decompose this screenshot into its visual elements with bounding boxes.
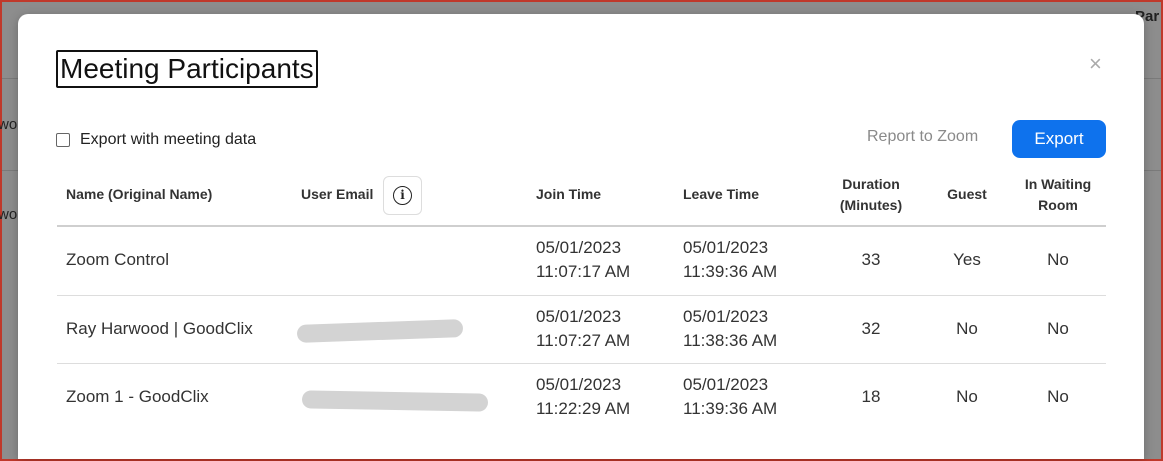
column-header-email[interactable]: User Email [301,184,373,205]
redacted-email [296,319,464,343]
meeting-participants-dialog: Meeting Participants × Export with meeti… [18,14,1144,459]
leave-clock: 11:38:36 AM [683,331,778,350]
email-info-button[interactable]: i [383,176,422,215]
guest: No [956,387,978,406]
join-time: 05/01/2023 11:07:17 AM [536,236,630,284]
background-row-text: wo [0,206,18,223]
close-icon[interactable]: × [1089,53,1102,75]
guest: Yes [953,250,981,269]
column-header-waiting-room[interactable]: In Waiting Room [1008,174,1108,216]
leave-time: 05/01/2023 11:39:36 AM [683,373,777,421]
join-clock: 11:22:29 AM [536,399,631,418]
leave-clock: 11:39:36 AM [683,262,778,281]
row-divider [57,295,1106,296]
dialog-title: Meeting Participants [56,50,318,88]
join-time: 05/01/2023 11:22:29 AM [536,373,630,421]
participant-name: Zoom Control [66,250,169,269]
background-row-text: wo [0,116,18,133]
in-waiting-room: No [1047,319,1069,338]
column-header-name[interactable]: Name (Original Name) [66,184,212,205]
in-waiting-room: No [1047,250,1069,269]
row-divider [57,363,1106,364]
duration: 18 [861,387,881,406]
leave-clock: 11:39:36 AM [683,399,778,418]
in-waiting-room: No [1047,387,1069,406]
leave-date: 05/01/2023 [683,238,769,257]
leave-time: 05/01/2023 11:39:36 AM [683,236,777,284]
join-date: 05/01/2023 [536,375,622,394]
leave-date: 05/01/2023 [683,375,769,394]
join-date: 05/01/2023 [536,307,622,326]
redacted-email [301,390,489,412]
duration: 32 [861,319,881,338]
participant-name: Ray Harwood | GoodClix [66,319,253,338]
info-icon: i [393,186,412,205]
join-time: 05/01/2023 11:07:27 AM [536,305,630,353]
column-header-duration-line2: (Minutes) [839,197,903,213]
join-clock: 11:07:17 AM [536,262,631,281]
column-header-leave-time[interactable]: Leave Time [683,184,759,205]
leave-time: 05/01/2023 11:38:36 AM [683,305,777,353]
export-with-meeting-data-option[interactable]: Export with meeting data [56,131,256,149]
column-header-duration-line1: Duration [842,176,900,192]
export-with-meeting-data-checkbox[interactable] [56,133,70,147]
header-divider [57,225,1106,227]
join-clock: 11:07:27 AM [536,331,631,350]
checkbox-label: Export with meeting data [80,131,257,148]
report-to-zoom-link[interactable]: Report to Zoom [867,128,978,146]
column-header-guest[interactable]: Guest [927,184,1007,205]
export-button[interactable]: Export [1012,120,1106,158]
guest: No [956,319,978,338]
duration: 33 [861,250,881,269]
participant-name: Zoom 1 - GoodClix [66,387,209,406]
join-date: 05/01/2023 [536,238,622,257]
column-header-duration[interactable]: Duration (Minutes) [821,174,921,216]
column-header-join-time[interactable]: Join Time [536,184,601,205]
column-header-waiting-line1: In Waiting [1024,176,1092,192]
leave-date: 05/01/2023 [683,307,769,326]
column-header-waiting-line2: Room [1038,197,1078,213]
